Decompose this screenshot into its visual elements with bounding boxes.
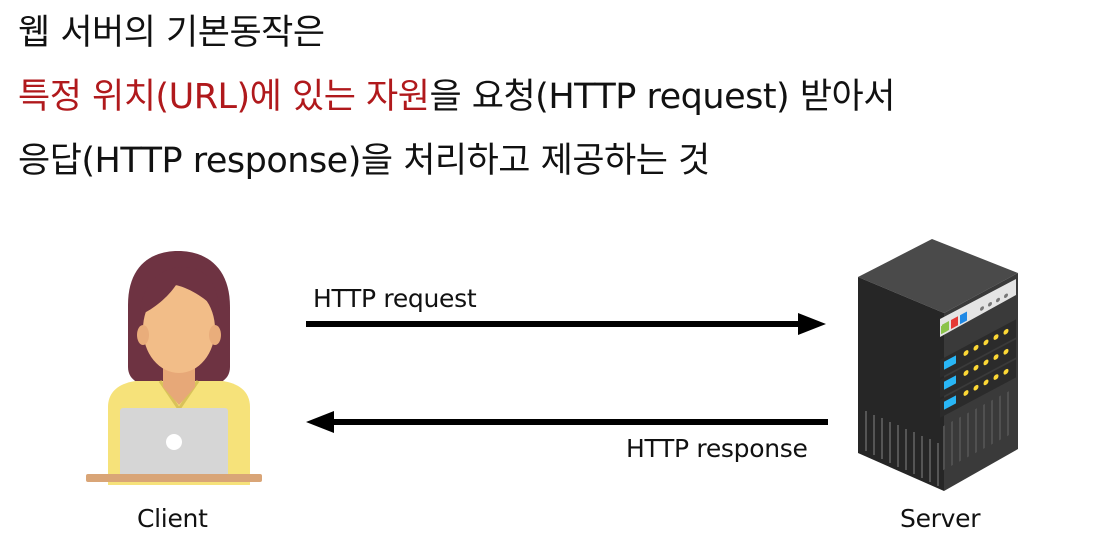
- headline-highlight: 특정 위치(URL)에 있는 자원: [18, 77, 430, 117]
- server-label: Server: [900, 504, 981, 533]
- response-arrow: [306, 411, 828, 433]
- headline-line-2-text: 을 요청(HTTP request) 받아서: [429, 77, 895, 117]
- laptop-icon: [86, 408, 262, 482]
- headline-line-2: 특정 위치(URL)에 있는 자원을 요청(HTTP request) 받아서: [18, 80, 895, 115]
- headline-line-1-text: 웹 서버의 기본동작은: [18, 13, 325, 53]
- http-response-label: HTTP response: [626, 434, 808, 463]
- http-request-label: HTTP request: [313, 284, 477, 313]
- server-rack-icon: [858, 239, 1018, 491]
- headline-line-1: 웹 서버의 기본동작은: [18, 16, 325, 51]
- headline-line-3-text: 응답(HTTP response)을 처리하고 제공하는 것: [18, 141, 710, 181]
- client-label: Client: [137, 504, 208, 533]
- headline-line-3: 응답(HTTP response)을 처리하고 제공하는 것: [18, 144, 710, 179]
- request-arrow: [306, 313, 826, 335]
